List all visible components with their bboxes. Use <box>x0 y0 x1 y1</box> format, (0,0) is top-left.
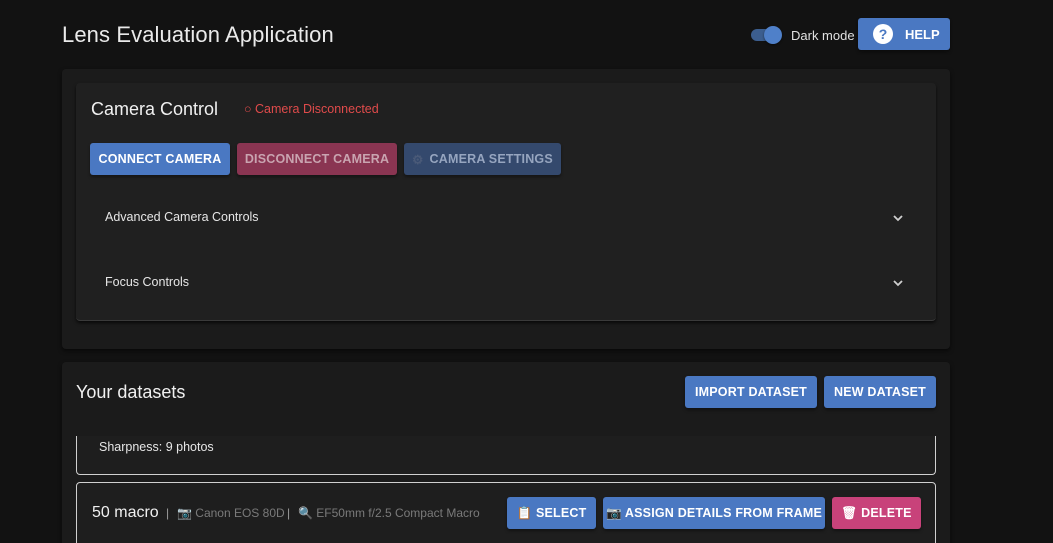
delete-dataset-button[interactable]: 🗑 DELETE <box>832 497 921 529</box>
camera-status: ○ Camera Disconnected <box>244 102 379 116</box>
disconnect-camera-button[interactable]: DISCONNECT CAMERA <box>237 143 397 175</box>
select-dataset-button[interactable]: 📋 SELECT <box>507 497 596 529</box>
camera-control-title: Camera Control <box>91 99 219 119</box>
meta-separator: | <box>166 506 170 520</box>
dataset-list-item: Sharpness: 9 photos <box>76 436 936 475</box>
dataset-summary: Sharpness: 9 photos <box>99 440 214 454</box>
camera-settings-label: CAMERA SETTINGS <box>429 152 553 166</box>
import-dataset-button[interactable]: IMPORT DATASET <box>685 376 817 408</box>
new-dataset-button[interactable]: NEW DATASET <box>824 376 936 408</box>
dark-mode-label: Dark mode <box>791 28 855 43</box>
question-circle-icon: ? <box>873 24 893 44</box>
accordion-label: Focus Controls <box>105 275 190 289</box>
chevron-down-icon <box>893 280 903 287</box>
dataset-camera: 📷 Canon EOS 80D <box>177 506 285 520</box>
connect-camera-button[interactable]: CONNECT CAMERA <box>90 143 230 175</box>
app-title: Lens Evaluation Application <box>62 22 334 47</box>
datasets-title: Your datasets <box>76 382 186 402</box>
accordion-focus-controls[interactable]: Focus Controls <box>76 251 936 315</box>
gear-icon: ⚙ <box>412 152 424 167</box>
help-button[interactable]: ? HELP <box>858 18 950 50</box>
meta-separator: | <box>287 506 291 520</box>
dataset-lens: 🔍 EF50mm f/2.5 Compact Macro <box>298 506 480 520</box>
camera-settings-button[interactable]: ⚙ CAMERA SETTINGS <box>404 143 561 175</box>
chevron-down-icon <box>893 215 903 222</box>
accordion-label: Advanced Camera Controls <box>105 210 259 224</box>
accordion-advanced-camera-controls[interactable]: Advanced Camera Controls <box>76 186 936 250</box>
help-button-label: HELP <box>905 26 940 42</box>
assign-details-button[interactable]: 📷 ASSIGN DETAILS FROM FRAME <box>603 497 825 529</box>
dataset-name: 50 macro <box>92 504 159 521</box>
toggle-knob <box>764 26 782 44</box>
dark-mode-toggle[interactable] <box>751 26 783 44</box>
